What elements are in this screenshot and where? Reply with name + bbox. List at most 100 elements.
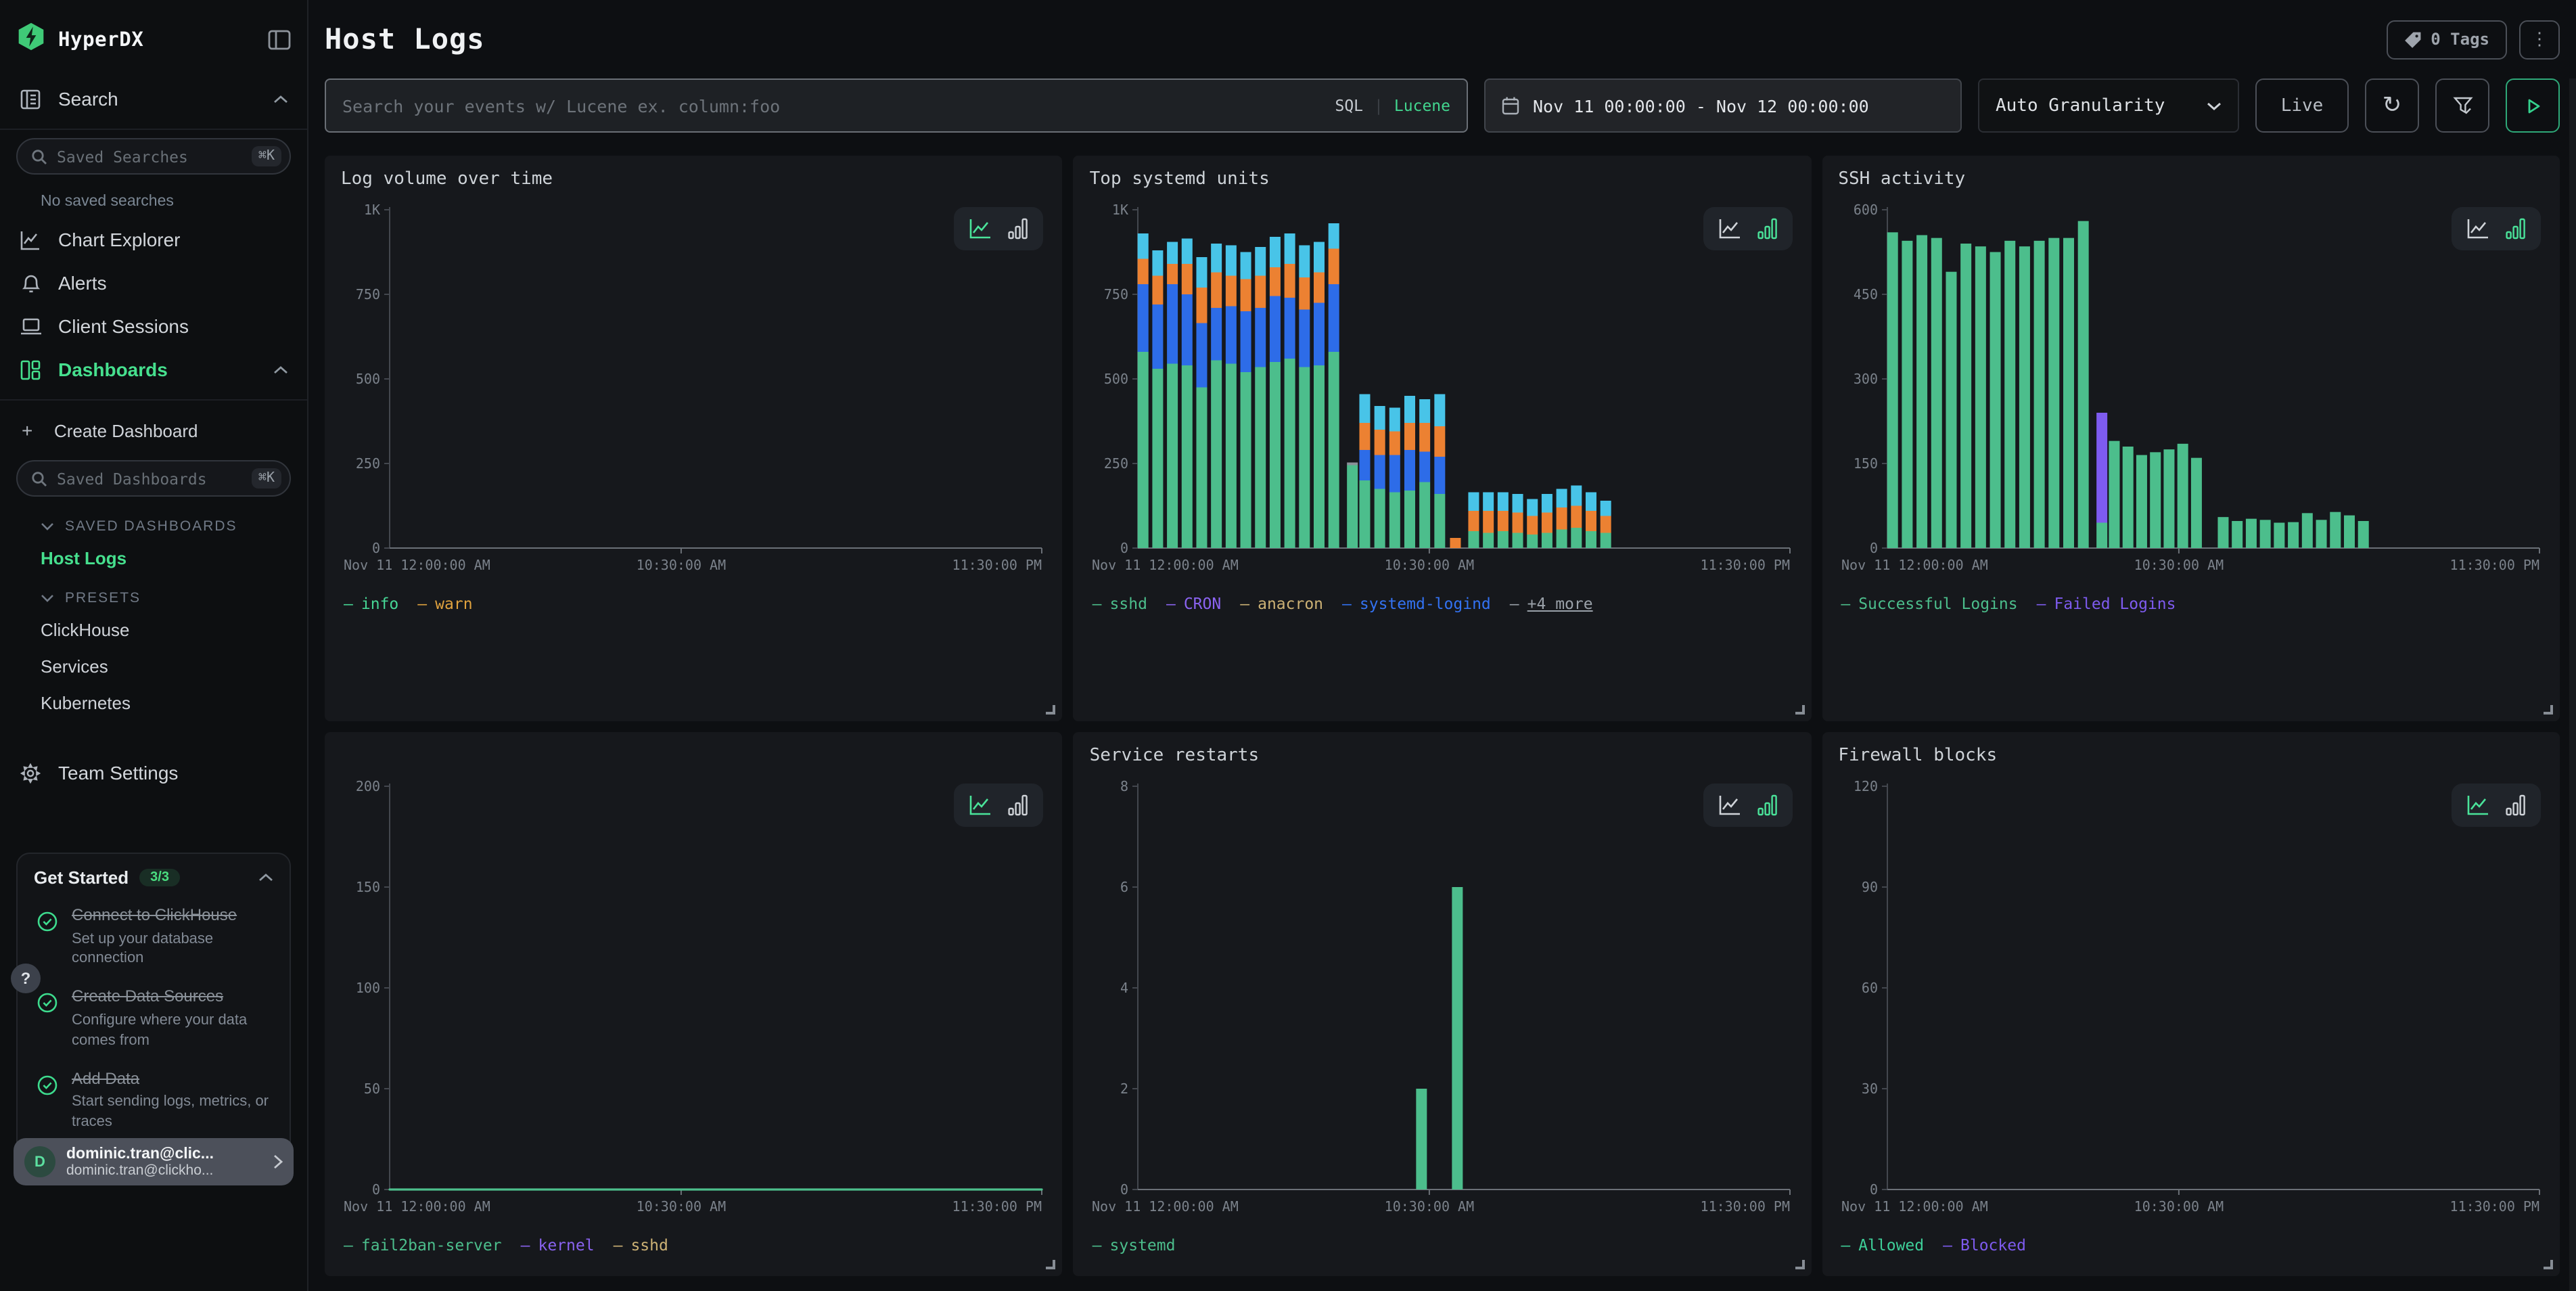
bell-icon: [19, 273, 42, 293]
chevron-up-icon[interactable]: [258, 873, 273, 882]
legend-item[interactable]: —systemd-logind: [1342, 594, 1491, 613]
line-chart-icon[interactable]: [2466, 794, 2489, 816]
sidebar-item-host-logs[interactable]: Host Logs: [0, 540, 307, 576]
date-range-picker[interactable]: Nov 11 00:00:00 - Nov 12 00:00:00: [1484, 78, 1962, 133]
get-started-step[interactable]: Add Data Start sending logs, metrics, or…: [34, 1068, 273, 1133]
panel-title: Log volume over time: [341, 169, 1046, 194]
lucene-mode-toggle[interactable]: Lucene: [1394, 96, 1450, 115]
bar-chart-icon[interactable]: [2506, 218, 2526, 240]
avatar: D: [24, 1146, 55, 1177]
chart-plot: 1209060300Nov 11 12:00:00 AM10:30:00 AM1…: [1838, 775, 2544, 1225]
svg-text:250: 250: [1105, 455, 1129, 472]
legend-item[interactable]: —sshd: [1092, 594, 1147, 613]
panel-title: [341, 746, 1046, 770]
saved-dashboards-input[interactable]: Saved Dashboards ⌘K: [16, 460, 291, 497]
bar-chart-icon[interactable]: [1009, 794, 1029, 816]
line-chart-icon[interactable]: [1718, 218, 1741, 240]
scrollbar[interactable]: [2569, 78, 2576, 1291]
shortcut-badge: ⌘K: [252, 146, 281, 166]
chart-type-toggle: [954, 207, 1044, 250]
no-saved-searches-text: No saved searches: [0, 183, 307, 218]
svg-text:0: 0: [1121, 540, 1129, 556]
chart-legend: —Successful Logins —Failed Logins: [1838, 594, 2544, 613]
refresh-button[interactable]: ↻: [2365, 78, 2419, 133]
shortcut-badge: ⌘K: [252, 468, 281, 489]
resize-handle[interactable]: [2544, 705, 2553, 715]
user-menu[interactable]: D dominic.tran@clic... dominic.tran@clic…: [14, 1138, 294, 1185]
legend-item[interactable]: —CRON: [1166, 594, 1221, 613]
legend-item[interactable]: —+4 more: [1510, 594, 1593, 613]
svg-text:150: 150: [1853, 455, 1877, 472]
svg-text:30: 30: [1861, 1081, 1877, 1097]
sidebar-item-client-sessions[interactable]: Client Sessions: [0, 304, 307, 348]
get-started-step[interactable]: Connect to ClickHouse Set up your databa…: [34, 905, 273, 970]
step-desc: Configure where your data comes from: [72, 1011, 273, 1051]
search-input[interactable]: Search your events w/ Lucene ex. column:…: [325, 78, 1468, 133]
svg-text:10:30:00 AM: 10:30:00 AM: [1385, 557, 1474, 573]
filter-button[interactable]: [2435, 78, 2489, 133]
bar-chart-icon[interactable]: [1757, 794, 1777, 816]
presets-section[interactable]: PRESETS: [0, 576, 307, 612]
tags-button[interactable]: 0 Tags: [2386, 20, 2507, 59]
sidebar-item-clickhouse[interactable]: ClickHouse: [0, 612, 307, 648]
sidebar-item-services[interactable]: Services: [0, 648, 307, 685]
step-desc: Start sending logs, metrics, or traces: [72, 1092, 273, 1132]
svg-text:2: 2: [1121, 1081, 1129, 1097]
chevron-up-icon[interactable]: [273, 94, 288, 104]
sidebar-item-alerts[interactable]: Alerts: [0, 261, 307, 304]
panel-title: SSH activity: [1838, 169, 2544, 194]
sidebar-item-team-settings[interactable]: Team Settings: [0, 751, 307, 794]
chart-legend: —info —warn: [341, 594, 1046, 613]
saved-searches-input[interactable]: Saved Searches ⌘K: [16, 138, 291, 175]
panel-log-volume: Log volume over time 1K7505002500Nov 11 …: [325, 156, 1063, 721]
legend-item[interactable]: —Allowed: [1841, 1236, 1924, 1254]
svg-text:0: 0: [372, 1181, 380, 1198]
line-chart-icon[interactable]: [969, 794, 992, 816]
collapse-sidebar-icon[interactable]: [268, 30, 291, 50]
line-chart-icon[interactable]: [969, 218, 992, 240]
svg-text:8: 8: [1121, 778, 1129, 794]
svg-text:90: 90: [1861, 879, 1877, 895]
legend-item[interactable]: —sshd: [614, 1236, 668, 1254]
legend-item[interactable]: —kernel: [521, 1236, 595, 1254]
saved-dashboards-section[interactable]: SAVED DASHBOARDS: [0, 505, 307, 540]
line-chart-icon[interactable]: [2466, 218, 2489, 240]
create-dashboard-button[interactable]: + Create Dashboard: [0, 409, 307, 452]
help-button[interactable]: ?: [11, 964, 41, 993]
svg-text:11:30:00 PM: 11:30:00 PM: [2450, 557, 2539, 573]
run-query-button[interactable]: [2506, 78, 2560, 133]
kebab-menu-button[interactable]: ⋮: [2519, 20, 2560, 59]
resize-handle[interactable]: [1046, 705, 1056, 715]
legend-item[interactable]: —Failed Logins: [2037, 594, 2176, 613]
legend-item[interactable]: —info: [344, 594, 398, 613]
svg-text:4: 4: [1121, 980, 1129, 996]
sidebar-item-kubernetes[interactable]: Kubernetes: [0, 685, 307, 721]
legend-item[interactable]: —systemd: [1092, 1236, 1176, 1254]
legend-item[interactable]: —warn: [417, 594, 472, 613]
resize-handle[interactable]: [2544, 1260, 2553, 1269]
resize-handle[interactable]: [1046, 1260, 1056, 1269]
chevron-up-icon[interactable]: [273, 365, 288, 374]
legend-item[interactable]: —anacron: [1240, 594, 1323, 613]
live-button[interactable]: Live: [2255, 78, 2349, 133]
resize-handle[interactable]: [1795, 705, 1804, 715]
legend-item[interactable]: —Successful Logins: [1841, 594, 2017, 613]
bar-chart-icon[interactable]: [1757, 218, 1777, 240]
sidebar-item-chart-explorer[interactable]: Chart Explorer: [0, 218, 307, 261]
dashboards-grid-icon: [19, 359, 42, 380]
chart-legend: —sshd —CRON —anacron —systemd-logind —+4 mor…: [1090, 594, 1795, 613]
svg-text:0: 0: [1869, 540, 1877, 556]
bar-chart-icon[interactable]: [1009, 218, 1029, 240]
sidebar-item-dashboards[interactable]: Dashboards: [0, 348, 307, 391]
sql-mode-toggle[interactable]: SQL: [1335, 96, 1363, 115]
granularity-select[interactable]: Auto Granularity: [1978, 78, 2239, 133]
line-chart-icon[interactable]: [1718, 794, 1741, 816]
get-started-step[interactable]: Create Data Sources Configure where your…: [34, 987, 273, 1051]
chart-legend: —systemd: [1090, 1236, 1795, 1254]
svg-text:50: 50: [364, 1081, 380, 1097]
bar-chart-icon[interactable]: [2506, 794, 2526, 816]
legend-item[interactable]: —fail2ban-server: [344, 1236, 502, 1254]
legend-item[interactable]: —Blocked: [1943, 1236, 2026, 1254]
sidebar-item-search[interactable]: Search: [0, 77, 307, 120]
resize-handle[interactable]: [1795, 1260, 1804, 1269]
